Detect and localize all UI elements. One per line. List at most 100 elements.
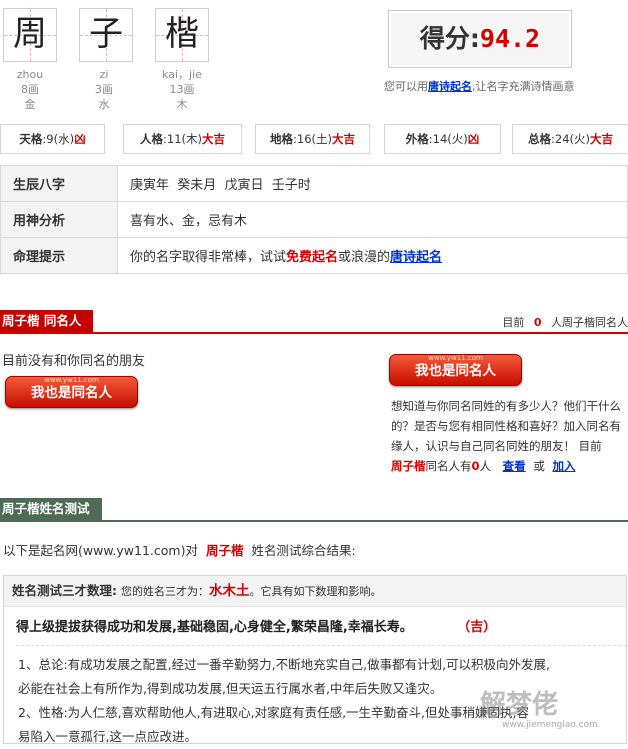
char-info-2: zi 3画 水 (74, 67, 134, 112)
intro-name: 周子楷 (205, 543, 244, 558)
view-link[interactable]: 查看 (503, 459, 526, 473)
fortune-info-table: 生辰八字 庚寅年 癸未月 戊寅日 壬子时 用神分析 喜有水、金，忌有木 命理提示… (0, 165, 628, 274)
summary-text: 得上级提拔获得成功和发展,基础稳固,心身健全,繁荣昌隆,幸福长寿。 (16, 620, 413, 635)
poem-naming-link[interactable]: 唐诗起名 (428, 80, 472, 93)
grid-name: 总格 (528, 132, 551, 146)
yongshen-value: 喜有水、金，忌有木 (117, 201, 628, 238)
grid-value: :11(木) (163, 132, 202, 146)
watermark-text: 解梦佬 (480, 690, 559, 720)
char-info-1: zhou 8画 金 (0, 67, 60, 112)
desc-line: 缘人，认识与自己同名同姓的朋友！ 目前 (391, 439, 602, 453)
char-strokes: 8画 (21, 83, 39, 96)
grid-value: :9(水) (42, 132, 75, 146)
tip-prefix: 你的名字取得非常棒，试试 (130, 250, 287, 265)
grid-luck: 大吉 (589, 132, 613, 146)
yongshen-label: 用神分析 (0, 201, 118, 238)
footer-name: 周子楷 (391, 459, 426, 473)
grid-value: :14(火) (428, 132, 468, 146)
bazi-label: 生辰八字 (0, 165, 118, 202)
score-value: 94.2 (479, 24, 541, 53)
tiange-box: 天格:9(水)凶 (0, 124, 105, 154)
grid-value: :24(火) (551, 132, 590, 146)
button-label: 我也是同名人 (415, 363, 496, 379)
tip-value: 你的名字取得非常棒，试试免费起名或浪漫的唐诗起名 (117, 237, 628, 274)
button-watermark: www.yw11.com (44, 376, 99, 384)
name-char: 楷 (165, 14, 199, 54)
grid-name: 天格 (19, 132, 43, 146)
grid-luck: 大吉 (201, 132, 225, 146)
intro-suffix: 姓名测试综合结果: (251, 543, 356, 558)
name-char-box-1: 周 (3, 8, 57, 62)
score-box: 得分:94.2 (388, 10, 572, 68)
same-name-footer: 周子楷同名人有0人 查看 或 加入 (391, 456, 628, 476)
table-row: 生辰八字 庚寅年 癸未月 戊寅日 壬子时 (0, 165, 628, 202)
test-intro: 以下是起名网(www.yw11.com)对 周子楷 姓名测试综合结果: (3, 540, 356, 559)
sancai-header: 姓名测试三才数理: 您的姓名三才为：水木土。它具有如下数理和影响。 (4, 576, 626, 607)
footer-count: 0 (471, 459, 480, 473)
char-element: 木 (176, 98, 188, 111)
char-pinyin: kai，jie (162, 68, 202, 81)
char-pinyin: zhou (16, 68, 44, 81)
same-name-tab: 周子楷 同名人 (0, 310, 94, 332)
char-info-3: kai，jie 13画 木 (152, 67, 212, 112)
zongge-box: 总格:24(火)大吉 (512, 124, 628, 154)
footer-unit: 人 (479, 459, 492, 473)
count-number: 0 (533, 316, 542, 329)
summary-luck: （吉） (457, 620, 497, 635)
name-char-box-3: 楷 (155, 8, 209, 62)
renge-box: 人格:11(木)大吉 (123, 124, 242, 154)
join-same-name-button[interactable]: www.yw11.com 我也是同名人 (5, 376, 138, 408)
poem-naming-hint: 您可以用唐诗起名,让名字充满诗情画意 (384, 78, 624, 94)
no-same-name-text: 目前没有和你同名的朋友 (2, 354, 146, 369)
grid-name: 人格 (140, 132, 163, 146)
grid-luck: 大吉 (331, 132, 355, 146)
waige-box: 外格:14(火)凶 (384, 124, 501, 154)
divider (16, 645, 626, 647)
free-naming-link[interactable]: 免费起名 (286, 250, 338, 265)
char-element: 水 (98, 98, 110, 111)
count-prefix: 目前 (502, 316, 525, 329)
join-same-name-button-2[interactable]: www.yw11.com 我也是同名人 (389, 354, 522, 386)
char-pinyin: zi (99, 68, 109, 81)
name-test-tab: 周子楷姓名测试 (0, 498, 102, 520)
name-char: 周 (13, 14, 47, 54)
tip-label: 命理提示 (0, 237, 118, 274)
site-watermark: 解梦佬 www.jiemenglao.com (480, 684, 620, 736)
dige-box: 地格:16(土)大吉 (255, 124, 370, 154)
count-suffix: 人周子楷同名人 (551, 316, 628, 329)
name-char-box-2: 子 (79, 8, 133, 62)
grid-name: 地格 (270, 132, 293, 146)
tip-middle: 或浪漫的 (338, 250, 391, 265)
char-strokes: 3画 (95, 83, 113, 96)
same-name-count: 目前 0 人周子楷同名人 (502, 314, 628, 330)
sancai-title: 姓名测试三才数理: (12, 583, 117, 598)
sancai-pre: 您的姓名三才为： (120, 585, 209, 598)
watermark-url: www.jiemenglao.com (502, 720, 598, 730)
button-label: 我也是同名人 (31, 385, 112, 401)
grid-value: :16(土) (293, 132, 332, 146)
poem-naming-link-2[interactable]: 唐诗起名 (390, 250, 442, 265)
sancai-value: 水木土 (208, 583, 250, 599)
char-strokes: 13画 (169, 83, 195, 96)
sancai-summary: 得上级提拔获得成功和发展,基础稳固,心身健全,繁荣昌隆,幸福长寿。 （吉） (16, 616, 496, 635)
char-element: 金 (24, 98, 36, 111)
same-name-section-bar: 周子楷 同名人 目前 0 人周子楷同名人 (0, 310, 628, 334)
or-text: 或 (533, 459, 545, 473)
grid-name: 外格 (405, 132, 429, 146)
table-row: 用神分析 喜有水、金，忌有木 (0, 201, 628, 238)
name-test-section-bar: 周子楷姓名测试 (0, 498, 628, 522)
bazi-value: 庚寅年 癸未月 戊寅日 壬子时 (117, 165, 628, 202)
desc-line: 的？是否与您有相同性格和喜好？加入同名有 (391, 419, 621, 433)
hint-suffix: ,让名字充满诗情画意 (472, 80, 575, 93)
table-row: 命理提示 你的名字取得非常棒，试试免费起名或浪漫的唐诗起名 (0, 237, 628, 274)
footer-mid: 同名人有 (425, 459, 472, 473)
same-name-description: 想知道与你同名同姓的有多少人？他们干什么 的？是否与您有相同性格和喜好？加入同名… (391, 396, 628, 476)
detail-line: 1、总论:有成功发展之配置,经过一番辛勤努力,不断地充实自己,做事都有计划,可以… (18, 657, 551, 672)
intro-prefix: 以下是起名网(www.yw11.com)对 (3, 543, 198, 558)
score-label: 得分: (419, 24, 480, 53)
grid-luck: 凶 (74, 132, 86, 146)
join-link[interactable]: 加入 (552, 459, 575, 473)
grid-luck: 凶 (467, 132, 480, 146)
name-char: 子 (89, 14, 123, 54)
desc-line: 想知道与你同名同姓的有多少人？他们干什么 (391, 399, 621, 413)
